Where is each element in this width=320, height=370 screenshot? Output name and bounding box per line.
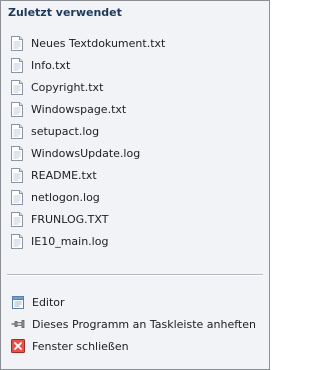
notepad-icon xyxy=(12,296,24,309)
text-file-icon xyxy=(11,211,23,227)
text-file-icon xyxy=(11,35,23,51)
text-file-icon xyxy=(11,233,23,249)
recent-item[interactable]: setupact.log xyxy=(1,120,269,142)
recent-item[interactable]: FRUNLOG.TXT xyxy=(1,208,269,230)
recent-item-label: netlogon.log xyxy=(31,190,100,204)
recent-item-label: FRUNLOG.TXT xyxy=(31,212,109,226)
recent-item-label: Copyright.txt xyxy=(31,80,104,94)
text-file-icon xyxy=(11,167,23,183)
open-editor-label: Editor xyxy=(32,295,65,309)
recent-item-label: setupact.log xyxy=(31,124,100,138)
task-list: Editor Dieses Programm an Taskleiste anh… xyxy=(1,291,269,357)
recent-item[interactable]: Info.txt xyxy=(1,54,269,76)
recent-files-list: Neues Textdokument.txt Info.txt Copyrigh… xyxy=(1,32,269,252)
recent-item[interactable]: IE10_main.log xyxy=(1,230,269,252)
recent-item-label: Neues Textdokument.txt xyxy=(31,36,166,50)
recent-item[interactable]: WindowsUpdate.log xyxy=(1,142,269,164)
pin-to-taskbar-item[interactable]: Dieses Programm an Taskleiste anheften xyxy=(1,313,269,335)
recent-item[interactable]: README.txt xyxy=(1,164,269,186)
recent-item[interactable]: netlogon.log xyxy=(1,186,269,208)
pin-icon xyxy=(11,320,25,328)
recent-item[interactable]: Copyright.txt xyxy=(1,76,269,98)
text-file-icon xyxy=(11,101,23,117)
close-window-icon xyxy=(11,339,25,353)
divider xyxy=(7,274,263,276)
jump-list: Zuletzt verwendet Neues Textdokument.txt… xyxy=(0,0,270,370)
text-file-icon xyxy=(11,145,23,161)
close-window-label: Fenster schließen xyxy=(32,339,129,353)
recent-item-label: IE10_main.log xyxy=(31,234,109,248)
close-window-item[interactable]: Fenster schließen xyxy=(1,335,269,357)
recent-item-label: Info.txt xyxy=(31,58,71,72)
text-file-icon xyxy=(11,57,23,73)
pin-to-taskbar-label: Dieses Programm an Taskleiste anheften xyxy=(32,317,256,331)
recent-item[interactable]: Windowspage.txt xyxy=(1,98,269,120)
recent-item[interactable]: Neues Textdokument.txt xyxy=(1,32,269,54)
text-file-icon xyxy=(11,189,23,205)
recent-item-label: README.txt xyxy=(31,168,97,182)
section-header-recent: Zuletzt verwendet xyxy=(8,6,122,19)
open-editor-item[interactable]: Editor xyxy=(1,291,269,313)
text-file-icon xyxy=(11,123,23,139)
recent-item-label: WindowsUpdate.log xyxy=(31,146,141,160)
text-file-icon xyxy=(11,79,23,95)
recent-item-label: Windowspage.txt xyxy=(31,102,127,116)
